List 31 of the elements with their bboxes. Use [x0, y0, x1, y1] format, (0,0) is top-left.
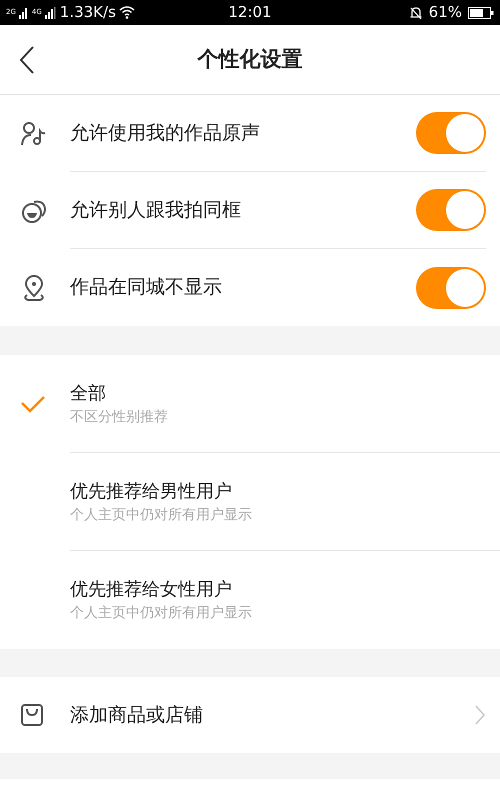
toggle-switch[interactable]: [416, 266, 486, 308]
page-title: 个性化设置: [198, 46, 302, 73]
toggle-switch[interactable]: [416, 112, 486, 154]
setting-label: 允许别人跟我拍同框: [70, 198, 242, 223]
link-label: 添加商品或店铺: [70, 702, 204, 728]
setting-label: 允许使用我的作品原声: [70, 120, 261, 146]
battery-icon: [468, 6, 494, 18]
option-title: 优先推荐给女性用户: [70, 578, 233, 602]
recommend-option[interactable]: 优先推荐给男性用户 个人主页中仍对所有用户显示: [0, 453, 500, 551]
back-icon: [19, 45, 35, 75]
network-speed: 1.33K/s: [60, 2, 116, 24]
battery-percent: 61%: [428, 2, 462, 24]
bell-muted-icon: [408, 6, 423, 20]
chevron-right-icon: [474, 704, 486, 726]
option-subtitle: 个人主页中仍对所有用户显示: [70, 604, 253, 623]
option-subtitle: 不区分性别推荐: [70, 408, 169, 426]
recommend-option[interactable]: 优先推荐给女性用户 个人主页中仍对所有用户显示: [0, 551, 500, 649]
option-title: 全部: [70, 382, 107, 406]
option-title: 优先推荐给男性用户: [70, 480, 233, 504]
option-subtitle: 个人主页中仍对所有用户显示: [70, 506, 253, 524]
setting-label: 作品在同城不显示: [70, 275, 223, 300]
person-note-icon: [20, 120, 48, 146]
signal-icon: [44, 6, 57, 18]
wifi-icon: [118, 6, 135, 19]
shop-link-row[interactable]: 添加商品或店铺: [0, 677, 500, 753]
signal-icon: [18, 6, 29, 18]
faces-icon: [20, 198, 48, 224]
bag-icon: [20, 703, 44, 727]
recommend-option[interactable]: 全部 不区分性别推荐: [0, 355, 500, 453]
toggle-switch[interactable]: [416, 189, 486, 231]
clock: 12:01: [228, 3, 272, 22]
